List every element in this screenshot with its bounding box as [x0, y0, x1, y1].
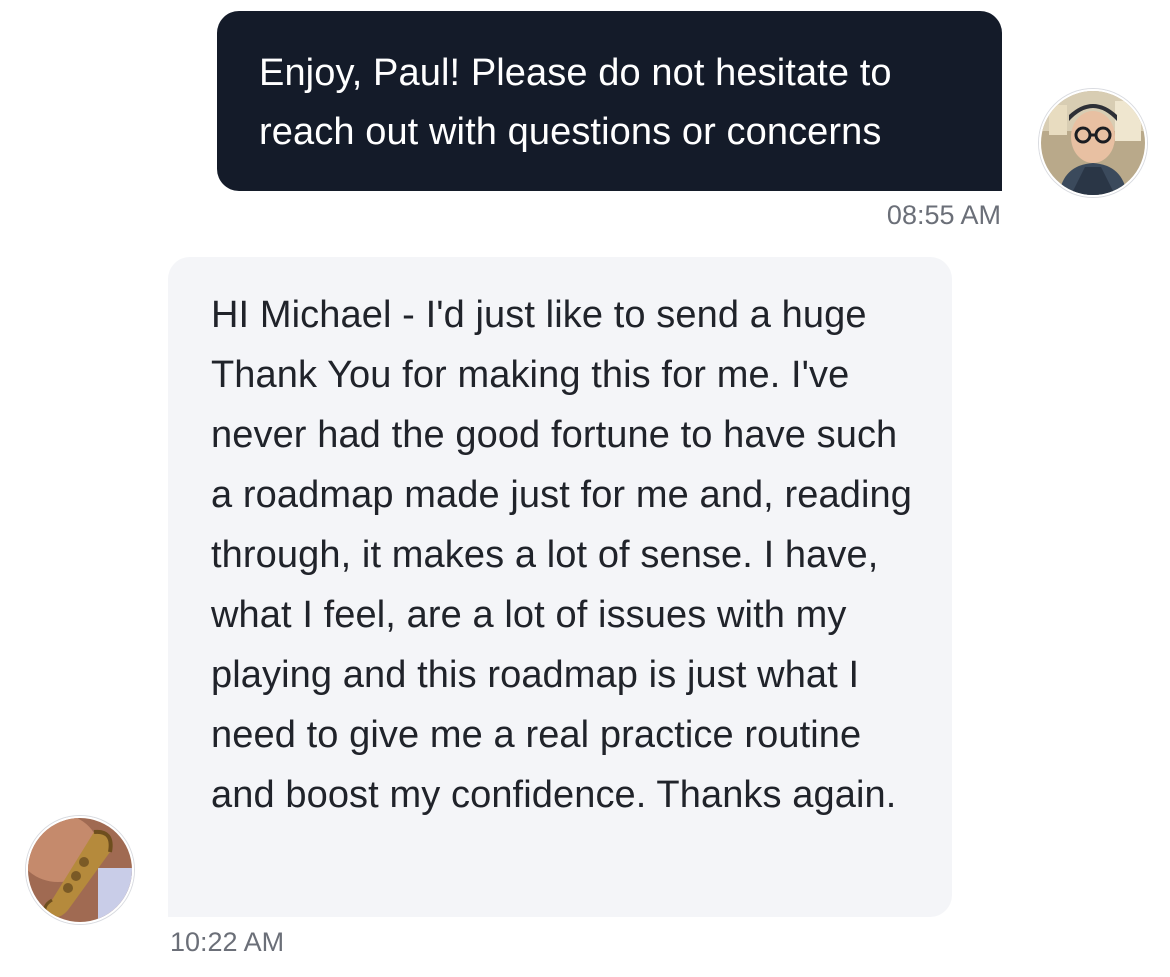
outgoing-message-text: Enjoy, Paul! Please do not hesitate to r…: [259, 52, 892, 153]
outgoing-message-bubble[interactable]: Enjoy, Paul! Please do not hesitate to r…: [217, 11, 1002, 191]
saxophone-avatar-photo-icon: [28, 818, 132, 922]
incoming-message-timestamp: 10:22 AM: [170, 927, 285, 957]
user-avatar[interactable]: [26, 816, 134, 924]
incoming-message-bubble[interactable]: HI Michael - I'd just like to send a hug…: [168, 257, 952, 917]
outgoing-message-timestamp: 08:55 AM: [886, 200, 1001, 230]
agent-avatar[interactable]: [1039, 89, 1147, 197]
incoming-message-text: HI Michael - I'd just like to send a hug…: [211, 294, 912, 816]
agent-avatar-photo-icon: [1041, 91, 1145, 195]
